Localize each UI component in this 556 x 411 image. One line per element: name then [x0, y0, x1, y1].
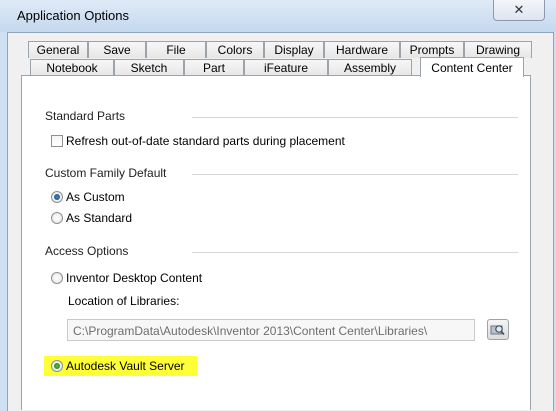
- access-options-divider: [192, 252, 518, 253]
- location-label: Location of Libraries:: [68, 294, 180, 308]
- tab-display[interactable]: Display: [264, 41, 324, 58]
- tab-colors[interactable]: Colors: [206, 41, 264, 58]
- tab-notebook[interactable]: Notebook: [30, 59, 114, 76]
- as-standard-radio[interactable]: [51, 212, 63, 224]
- window-title: Application Options: [17, 8, 130, 23]
- as-custom-radio[interactable]: [51, 191, 63, 203]
- tab-save[interactable]: Save: [88, 41, 146, 58]
- vault-server-radio[interactable]: [51, 360, 63, 372]
- browse-button[interactable]: [487, 319, 509, 340]
- tab-prompts[interactable]: Prompts: [400, 41, 464, 58]
- tab-assembly[interactable]: Assembly: [328, 59, 412, 76]
- access-options-heading: Access Options: [45, 244, 129, 258]
- library-location-value: C:\ProgramData\Autodesk\Inventor 2013\Co…: [73, 324, 428, 338]
- as-standard-label: As Standard: [66, 211, 133, 225]
- tab-file[interactable]: File: [146, 41, 206, 58]
- tab-part[interactable]: Part: [184, 59, 244, 76]
- window-titlebar: Application Options ✕: [0, 0, 556, 32]
- refresh-parts-checkbox[interactable]: [51, 135, 63, 147]
- close-icon: ✕: [513, 2, 525, 17]
- refresh-parts-label: Refresh out-of-date standard parts durin…: [66, 134, 345, 148]
- tab-drawing[interactable]: Drawing: [464, 41, 532, 58]
- content-center-panel: Standard Parts Refresh out-of-date stand…: [21, 75, 531, 410]
- folder-browse-icon: [490, 325, 505, 335]
- tab-sketch[interactable]: Sketch: [114, 59, 184, 76]
- as-custom-label: As Custom: [66, 190, 125, 204]
- vault-server-label: Autodesk Vault Server: [66, 359, 185, 373]
- close-button[interactable]: ✕: [493, 0, 545, 21]
- tab-general[interactable]: General: [28, 41, 88, 58]
- desktop-content-label: Inventor Desktop Content: [66, 271, 203, 285]
- custom-family-divider: [192, 174, 518, 175]
- desktop-content-radio[interactable]: [51, 272, 63, 284]
- library-location-field[interactable]: C:\ProgramData\Autodesk\Inventor 2013\Co…: [67, 319, 475, 341]
- standard-parts-divider: [192, 117, 518, 118]
- custom-family-heading: Custom Family Default: [45, 166, 167, 180]
- tab-hardware[interactable]: Hardware: [324, 41, 400, 58]
- tab-ifeature[interactable]: iFeature: [244, 59, 328, 76]
- tab-content-center[interactable]: Content Center: [420, 57, 524, 77]
- standard-parts-heading: Standard Parts: [45, 109, 126, 123]
